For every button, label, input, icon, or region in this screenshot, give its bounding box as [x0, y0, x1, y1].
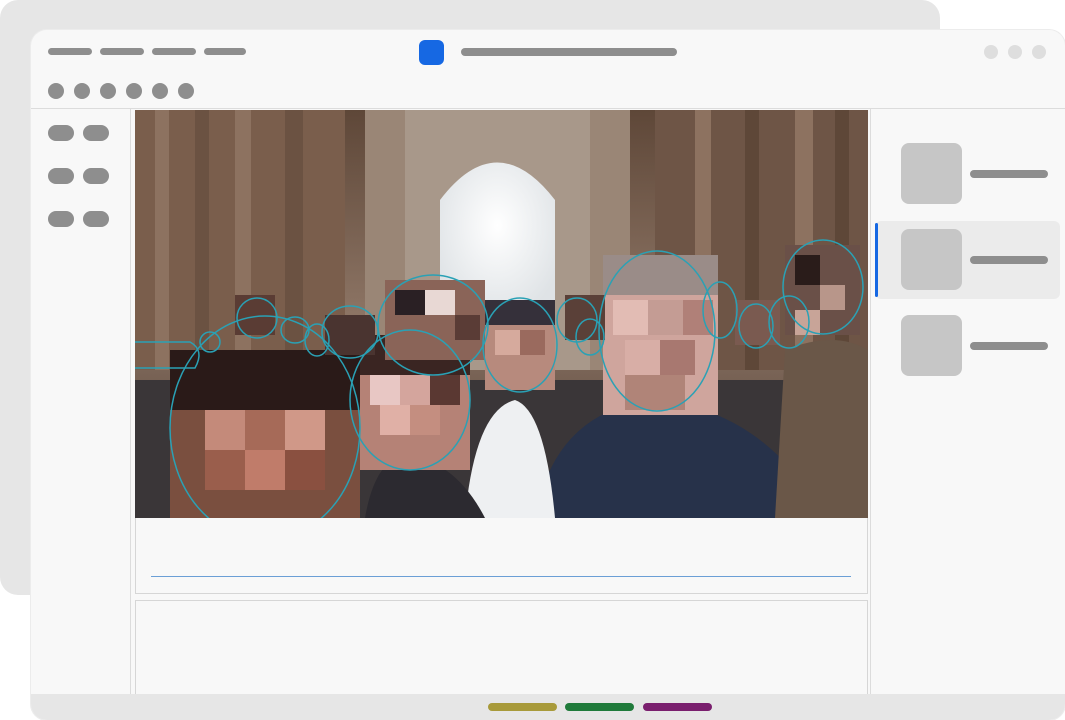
panel-item-thumbnail [901, 229, 962, 290]
window-title [461, 48, 677, 56]
status-color-bar-2[interactable] [565, 703, 634, 711]
pixelated-face-top [385, 280, 485, 360]
tool-2-icon[interactable] [74, 83, 90, 99]
app-window [31, 30, 1065, 720]
panel-item-1[interactable] [875, 135, 1060, 213]
tool-3-icon[interactable] [100, 83, 116, 99]
sidebar-button-1b[interactable] [83, 125, 109, 141]
pixelated-crowd-photo [135, 110, 868, 518]
menu-item-2[interactable] [100, 48, 144, 55]
pixelated-face-large-left [170, 350, 360, 518]
panel-item-label [970, 342, 1048, 350]
sidebar-button-1a[interactable] [48, 125, 74, 141]
caption-input-underline[interactable] [151, 576, 851, 577]
sidebar-button-3a[interactable] [48, 211, 74, 227]
pixelated-face-center [485, 300, 555, 390]
panel-item-3[interactable] [875, 307, 1060, 385]
close-icon[interactable] [1032, 45, 1046, 59]
maximize-icon[interactable] [1008, 45, 1022, 59]
left-sidebar [31, 109, 131, 694]
tool-1-icon[interactable] [48, 83, 64, 99]
app-icon [419, 40, 444, 65]
tool-6-icon[interactable] [178, 83, 194, 99]
sidebar-button-3b[interactable] [83, 211, 109, 227]
panel-item-thumbnail [901, 315, 962, 376]
menu-item-4[interactable] [204, 48, 246, 55]
details-panel [135, 600, 868, 702]
menu-item-1[interactable] [48, 48, 92, 55]
tool-5-icon[interactable] [152, 83, 168, 99]
menu-item-3[interactable] [152, 48, 196, 55]
panel-item-label [970, 170, 1048, 178]
right-panel [870, 109, 1065, 694]
status-bar [31, 694, 1065, 720]
status-color-bar-3[interactable] [643, 703, 712, 711]
panel-item-2[interactable] [875, 221, 1060, 299]
sidebar-button-2a[interactable] [48, 168, 74, 184]
panel-item-thumbnail [901, 143, 962, 204]
selection-indicator [875, 223, 878, 297]
tool-4-icon[interactable] [126, 83, 142, 99]
panel-item-label [970, 256, 1048, 264]
photo-canvas[interactable] [135, 110, 868, 518]
status-color-bar-1[interactable] [488, 703, 557, 711]
minimize-icon[interactable] [984, 45, 998, 59]
caption-panel [135, 518, 868, 594]
sidebar-button-2b[interactable] [83, 168, 109, 184]
